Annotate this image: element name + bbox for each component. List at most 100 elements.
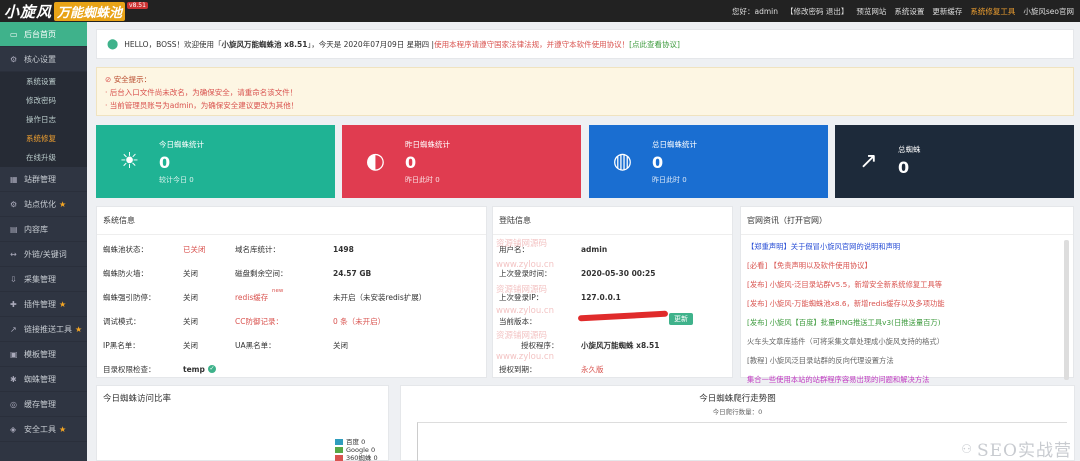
- sidebar-item-label: 站群管理: [24, 174, 56, 184]
- sidebar-item-label: 外链/关键词: [24, 249, 67, 259]
- sidebar-item[interactable]: ↗ 链接推送工具 ★: [0, 317, 87, 342]
- top-link[interactable]: 更新缓存: [932, 6, 962, 17]
- sidebar-item[interactable]: ✱ 蜘蛛管理: [0, 367, 87, 392]
- check-icon: ✓: [208, 365, 216, 373]
- top-link[interactable]: 预览网站: [856, 6, 886, 17]
- collect-icon: ⇩: [10, 274, 17, 284]
- system-info-row: 蜘蛛强引防停： 关闭 redis缓存 new 未开启（未安装redis扩展）: [97, 285, 486, 309]
- sidebar-item[interactable]: ▭ 后台首页: [0, 22, 87, 47]
- stat-card: ☀ 今日蜘蛛统计 0 较计今日 0: [96, 125, 335, 198]
- chart-legend: 百度 0 Google 0 360蜘蛛 0: [335, 438, 378, 461]
- info-value: 关闭: [183, 268, 198, 278]
- login-info-panel: 登陆信息 用户名： admin 上次登录时间： 2020-05-30 00:25 上次登…: [492, 206, 733, 378]
- panel-title: 登陆信息: [493, 207, 732, 235]
- system-info-row: IP黑名单： 关闭 UA黑名单： 关闭: [97, 333, 486, 357]
- chart-subtitle: 今日爬行数量：0: [712, 408, 763, 416]
- wechat-icon: ⚇: [961, 441, 973, 456]
- stat-title: 总蜘蛛: [898, 144, 921, 154]
- sidebar-submenu: 系统设置 修改密码 操作日志 系统修复 在线升级: [0, 72, 87, 167]
- news-link[interactable]: [教程] 小旋风泛目录站群的反向代理设置方法: [741, 351, 1073, 370]
- sidebar-item[interactable]: ▦ 站群管理: [0, 167, 87, 192]
- sites-icon: ▦: [10, 174, 18, 184]
- stat-text: 昨日蜘蛛统计 0 昨日此时 0: [405, 139, 450, 185]
- logo-version: v8.51: [127, 2, 148, 9]
- info-label: 用户名：: [499, 244, 529, 254]
- sidebar-item[interactable]: ↔ 外链/关键词: [0, 242, 87, 267]
- login-info-row: 用户名： admin: [493, 237, 732, 261]
- news-link[interactable]: [发布] 小旋风-泛目录站群V5.5，新增安全新系统修复工具等: [741, 275, 1073, 294]
- spider-icon: ✱: [10, 374, 17, 384]
- agreement-link[interactable]: [点此查看协议]: [629, 39, 680, 50]
- stat-subtext: 较计今日 0: [159, 175, 194, 184]
- panel-title: 今日蜘蛛访问比率: [103, 394, 172, 404]
- info-label: CC防御记录：: [235, 316, 283, 326]
- news-link[interactable]: 【郑重声明】关于假冒小旋风官网的说明和声明: [741, 237, 1073, 256]
- panel-title[interactable]: 官网资讯（打开官网）: [741, 207, 1073, 235]
- link-icon: ↔: [10, 249, 17, 259]
- top-link[interactable]: 系统修复工具: [970, 6, 1015, 17]
- sidebar-item[interactable]: ▤ 内容库: [0, 217, 87, 242]
- app-logo[interactable]: 小旋风 万能蜘蛛池 v8.51: [0, 0, 150, 22]
- stat-text: 今日蜘蛛统计 0 较计今日 0: [159, 139, 204, 185]
- info-value: 关闭: [333, 340, 348, 350]
- info-value: 关闭: [183, 316, 198, 326]
- info-label: redis缓存: [235, 292, 269, 302]
- top-link[interactable]: 系统设置: [894, 6, 924, 17]
- sidebar-item-label: 链接推送工具: [24, 324, 72, 334]
- top-link[interactable]: 您好：admin: [732, 6, 778, 17]
- news-link[interactable]: [必看] 【免责声明以及软件使用协议】: [741, 256, 1073, 275]
- sidebar-subitem[interactable]: 操作日志: [0, 110, 87, 129]
- legend-label: Google 0: [346, 446, 376, 454]
- sidebar-item[interactable]: ⇩ 采集管理: [0, 267, 87, 292]
- sidebar-subitem[interactable]: 系统设置: [0, 72, 87, 91]
- contrast-icon: ◐: [365, 149, 386, 174]
- sidebar-item-label: 安全工具: [24, 424, 56, 434]
- info-label: 授权到期：: [499, 364, 537, 374]
- system-info-row: 调试模式： 关闭 CC防御记录： 0 条（未开启）: [97, 309, 486, 333]
- sidebar-subitem[interactable]: 修改密码: [0, 91, 87, 110]
- legend-swatch: [335, 439, 343, 445]
- sidebar-item-label: 蜘蛛管理: [24, 374, 56, 384]
- info-label: UA黑名单：: [235, 340, 276, 350]
- login-info-row: 授权程序： 小旋风万能蜘蛛 x8.51: [493, 333, 732, 357]
- sidebar-item[interactable]: ⚙ 站点优化 ★: [0, 192, 87, 217]
- info-value: 已关闭: [183, 244, 206, 254]
- top-link[interactable]: 小旋风seo官网: [1023, 6, 1074, 17]
- sidebar-item[interactable]: ◈ 安全工具 ★: [0, 417, 87, 442]
- star-icon: ★: [59, 424, 67, 434]
- sidebar-item[interactable]: ✚ 插件管理 ★: [0, 292, 87, 317]
- sidebar-item-label: 模板管理: [24, 349, 56, 359]
- database-icon: ▤: [10, 224, 18, 234]
- alert-line: · 后台入口文件尚未改名，为确保安全，请重命名该文件！: [105, 88, 298, 97]
- stat-text: 总日蜘蛛统计 0 昨日此时 0: [652, 139, 697, 185]
- sidebar-item[interactable]: ⚙ 核心设置: [0, 47, 87, 72]
- security-alert: ⊘ 安全提示： · 后台入口文件尚未改名，为确保安全，请重命名该文件！ · 当前…: [96, 67, 1074, 116]
- sidebar-item[interactable]: ◎ 缓存管理: [0, 392, 87, 417]
- sidebar-subitem[interactable]: 在线升级: [0, 148, 87, 167]
- sidebar-item[interactable]: ▣ 模板管理: [0, 342, 87, 367]
- info-label: 上次登录时间：: [499, 268, 552, 278]
- top-link[interactable]: 【修改密码 退出】: [786, 6, 848, 17]
- sidebar-item-label: 站点优化: [24, 199, 56, 209]
- info-value: 0 条（未开启）: [333, 316, 386, 326]
- news-link[interactable]: [发布] 小旋风-万能蜘蛛池x8.6，新增redis缓存以及多项功能: [741, 294, 1073, 313]
- update-button[interactable]: 更新: [669, 313, 693, 325]
- stat-value: 0: [159, 152, 171, 172]
- legend-label: 百度 0: [346, 438, 366, 446]
- welcome-product: 小旋风万能蜘蛛池 x8.51: [221, 39, 308, 49]
- legend-swatch: [335, 447, 343, 453]
- news-link[interactable]: [发布] 小旋风【百度】批量PING推送工具v3(日推送量百万): [741, 313, 1073, 332]
- stat-subtext: 昨日此时 0: [652, 175, 687, 184]
- welcome-warning: 使用本程序请遵守国家法律法规，并遵守本软件使用协议！: [434, 39, 630, 49]
- info-label: 磁盘剩余空间：: [235, 268, 288, 278]
- new-badge: new: [272, 288, 284, 294]
- plugin-icon: ✚: [10, 299, 17, 309]
- sun-icon: ☀: [119, 149, 140, 174]
- info-label: 蜘蛛强引防停：: [103, 292, 156, 302]
- sidebar-item-label: 内容库: [24, 224, 48, 234]
- sidebar-item-label: 缓存管理: [24, 399, 56, 409]
- news-scrollbar[interactable]: [1064, 240, 1069, 380]
- news-link[interactable]: 火车头文章库插件（可将采集文章处理成小旋风支持的格式）: [741, 332, 1073, 351]
- sidebar-subitem[interactable]: 系统修复: [0, 129, 87, 148]
- login-info-row: 授权到期： 永久版: [493, 357, 732, 381]
